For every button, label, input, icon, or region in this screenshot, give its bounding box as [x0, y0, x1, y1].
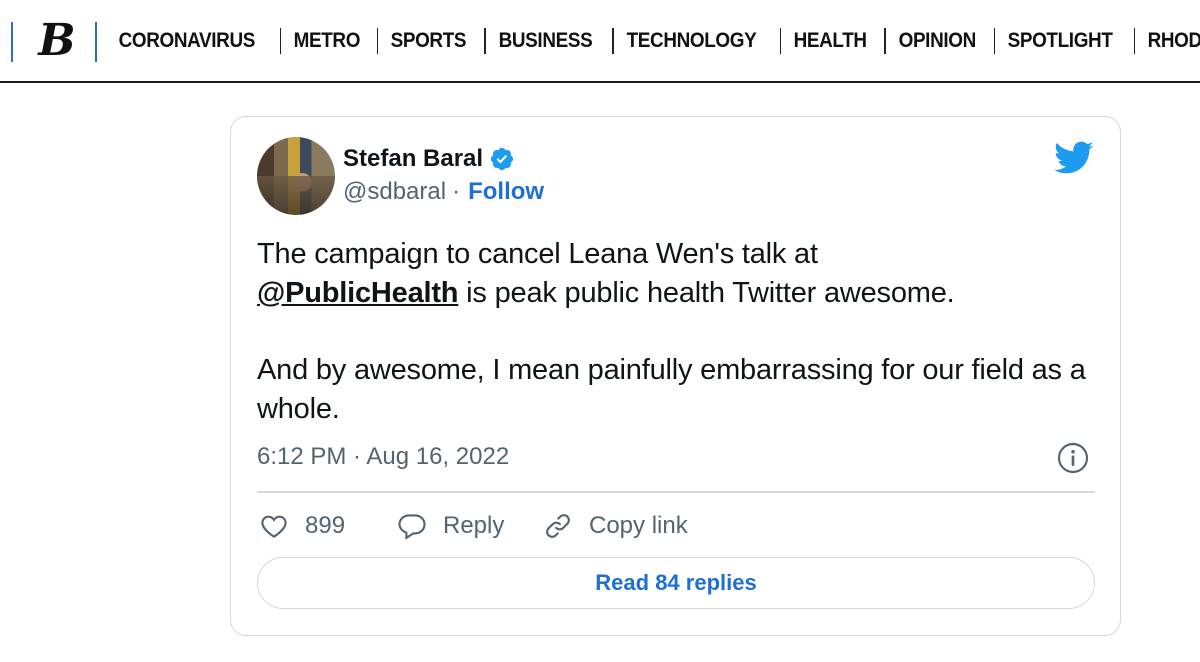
heart-icon: [261, 515, 287, 538]
header-edge-rule: [11, 22, 13, 62]
link-icon: [546, 514, 570, 538]
section-nav: CORONAVIRUS METRO SPORTS BUSINESS TECHNO…: [106, 26, 1200, 56]
author-name-row[interactable]: Stefan Baral: [343, 145, 515, 173]
site-header: B CORONAVIRUS METRO SPORTS BUSINESS TECH…: [0, 0, 1200, 83]
verified-icon: [490, 147, 514, 171]
follow-link[interactable]: Follow: [468, 178, 544, 206]
tweet-paragraph-2: And by awesome, I mean painfully embarra…: [257, 354, 1086, 425]
embedded-tweet: Stefan Baral @sdbaral · Follow The campa…: [230, 116, 1121, 636]
nav-item-rhode-island[interactable]: RHODE: [1135, 26, 1200, 56]
author-name[interactable]: Stefan Baral: [343, 145, 483, 173]
nav-item-technology[interactable]: TECHNOLOGY: [614, 26, 769, 56]
logo-divider: [95, 22, 97, 62]
info-icon[interactable]: [1057, 442, 1089, 474]
nav-item-business[interactable]: BUSINESS: [486, 26, 605, 56]
reply-action[interactable]: Reply: [397, 509, 504, 543]
nav-item-coronavirus[interactable]: CORONAVIRUS: [106, 26, 268, 56]
copy-link-label: Copy link: [589, 512, 688, 539]
twitter-bird-icon[interactable]: [1054, 141, 1094, 175]
read-replies-button[interactable]: Read 84 replies: [257, 557, 1095, 609]
mention-link[interactable]: @PublicHealth: [257, 277, 459, 309]
tweet-paragraph-1: The campaign to cancel Leana Wen's talk …: [257, 235, 1097, 313]
actions-divider: [257, 491, 1095, 493]
tweet-timestamp[interactable]: 6:12 PM · Aug 16, 2022: [257, 443, 509, 471]
reply-bubble-icon: [398, 514, 426, 540]
nav-item-spotlight[interactable]: SPOTLIGHT: [995, 26, 1125, 56]
nav-item-sports[interactable]: SPORTS: [378, 26, 479, 56]
tweet-text-line-1: The campaign to cancel Leana Wen's talk …: [257, 238, 818, 270]
nav-item-opinion[interactable]: OPINION: [886, 26, 989, 56]
copy-link-action[interactable]: Copy link: [543, 509, 688, 543]
author-handle[interactable]: @sdbaral: [343, 178, 446, 206]
like-action[interactable]: 899: [259, 509, 345, 543]
handle-separator: ·: [452, 178, 461, 205]
tweet-text-line-2: is peak public health Twitter awesome.: [458, 277, 955, 309]
handle-line: @sdbaral · Follow: [343, 178, 544, 206]
tweet-text: The campaign to cancel Leana Wen's talk …: [257, 235, 1097, 429]
globe-logo[interactable]: B: [36, 16, 78, 66]
nav-item-health[interactable]: HEALTH: [781, 26, 879, 56]
reply-label: Reply: [443, 512, 505, 539]
likes-count: 899: [305, 512, 346, 539]
nav-item-metro[interactable]: METRO: [281, 26, 373, 56]
avatar[interactable]: [257, 137, 335, 215]
